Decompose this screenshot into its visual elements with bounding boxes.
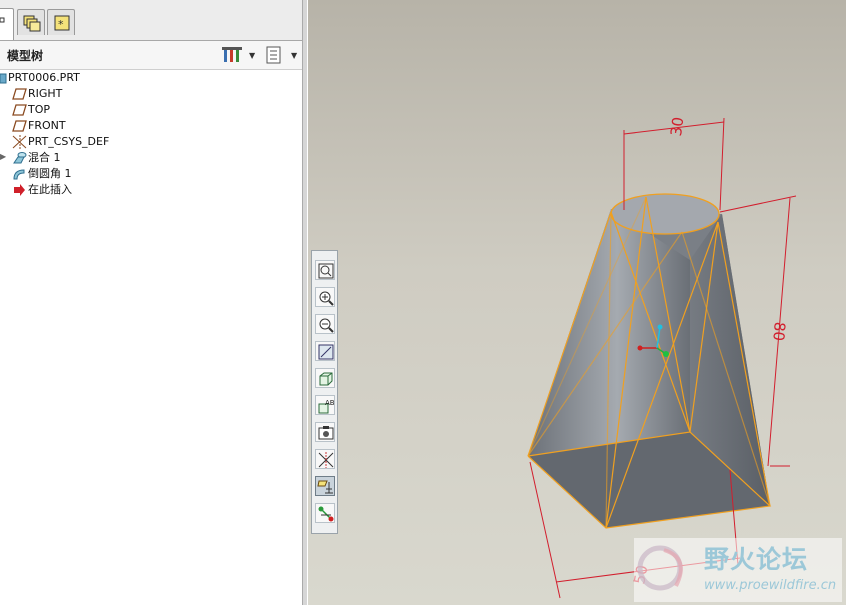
model-tree-header: 模型树 ▼ ▼	[0, 41, 302, 70]
zoom-in-button[interactable]	[315, 287, 335, 307]
tree-item-top[interactable]: TOP	[12, 102, 50, 118]
blend-feature-icon	[12, 151, 28, 165]
tree-item-blend[interactable]: 混合 1	[12, 150, 61, 166]
repaint-button[interactable]	[315, 341, 335, 361]
watermark-url: www.proewildfire.cn	[704, 578, 837, 593]
datum-plane-icon	[12, 119, 28, 133]
svg-text:AB: AB	[325, 399, 335, 407]
insert-here-arrow-icon	[12, 183, 28, 197]
tree-item-part[interactable]: PRT0006.PRT	[0, 70, 80, 86]
svg-text:*: *	[58, 18, 64, 31]
tree-item-right[interactable]: RIGHT	[12, 86, 62, 102]
tree-item-csys[interactable]: PRT_CSYS_DEF	[12, 134, 109, 150]
panel-splitter[interactable]	[302, 0, 307, 605]
view-orient-button[interactable]	[315, 368, 335, 388]
spin-center-icon	[318, 452, 334, 468]
tree-item-insert-here[interactable]: 在此插入	[12, 182, 72, 198]
csys-display-icon	[318, 506, 334, 522]
tools-icon	[222, 47, 242, 62]
part-icon	[0, 71, 8, 85]
navigator-panel: * 模型树 ▼ ▼ PRT0006.PRT RIGHT TOP FRONT PR…	[0, 0, 307, 605]
tab-model-tree[interactable]	[0, 8, 14, 40]
tree-item-round[interactable]: 倒圆角 1	[12, 166, 72, 182]
settings-button[interactable]: ▼	[222, 45, 260, 65]
refit-button[interactable]	[315, 260, 335, 280]
saved-views-icon: AB	[318, 399, 335, 414]
list-icon	[266, 46, 281, 64]
navigator-tabbar: *	[0, 0, 306, 41]
watermark-title: 野火论坛	[704, 545, 809, 574]
coordinate-system-icon	[12, 135, 28, 149]
graphics-window[interactable]	[308, 0, 846, 605]
model-tree-title: 模型树	[7, 49, 44, 63]
round-feature-icon	[12, 167, 28, 181]
view-orient-icon	[319, 372, 333, 386]
layers-button[interactable]	[315, 422, 335, 442]
tab-favorites[interactable]: *	[47, 9, 75, 35]
show-button[interactable]: ▼	[264, 45, 302, 65]
tree-item-front[interactable]: FRONT	[12, 118, 66, 134]
forum-watermark: 野火论坛 www.proewildfire.cn	[634, 538, 842, 602]
spin-center-button[interactable]	[315, 449, 335, 469]
refit-icon	[318, 263, 334, 279]
zoom-in-icon	[319, 291, 334, 306]
datum-display-icon	[317, 480, 333, 494]
watermark-logo-icon	[637, 545, 683, 591]
layers-icon	[318, 426, 334, 440]
datum-plane-icon	[12, 87, 28, 101]
saved-views-button[interactable]: AB	[315, 395, 335, 415]
expand-arrow-icon[interactable]: ▶	[0, 152, 6, 161]
chevron-down-icon: ▼	[291, 51, 298, 60]
csys-display-button[interactable]	[315, 503, 335, 523]
view-toolbar: AB	[311, 250, 338, 534]
datum-plane-icon	[12, 103, 28, 117]
datum-display-button[interactable]	[315, 476, 335, 496]
zoom-out-icon	[319, 318, 334, 333]
folders-icon	[23, 15, 41, 32]
tab-folder-browser[interactable]	[17, 9, 45, 35]
favorites-icon: *	[54, 15, 70, 31]
repaint-icon	[318, 344, 334, 360]
zoom-out-button[interactable]	[315, 314, 335, 334]
chevron-down-icon: ▼	[249, 51, 256, 60]
